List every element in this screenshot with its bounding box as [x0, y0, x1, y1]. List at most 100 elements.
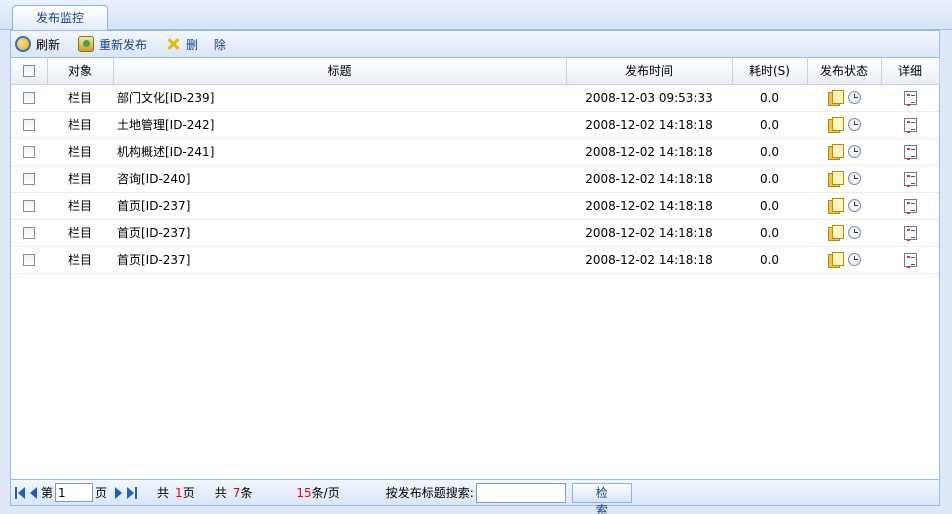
table-header: 对象 标题 发布时间 耗时(S) 发布状态 详细 — [11, 58, 940, 85]
header-duration[interactable]: 耗时(S) — [732, 58, 808, 85]
detail-list-icon[interactable] — [903, 90, 917, 106]
delete-icon — [165, 36, 181, 52]
republish-button[interactable]: 重新发布 — [78, 33, 153, 55]
search-label: 按发布标题搜索: — [385, 486, 474, 500]
published-doc-icon[interactable] — [827, 90, 844, 106]
row-title: 首页[ID-237] — [113, 219, 566, 247]
published-doc-icon[interactable] — [827, 225, 844, 241]
row-checkbox[interactable] — [23, 119, 35, 131]
total-items-prefix: 共 — [214, 486, 227, 500]
page-size-suffix: 条/页 — [311, 486, 340, 500]
table-row[interactable]: 栏目 部门文化[ID-239] 2008-12-03 09:53:33 0.0 — [11, 84, 939, 112]
row-time: 2008-12-02 14:18:18 — [566, 219, 732, 247]
row-object: 栏目 — [47, 84, 113, 112]
published-doc-icon[interactable] — [827, 171, 844, 187]
detail-list-icon[interactable] — [903, 117, 917, 133]
published-doc-icon[interactable] — [827, 252, 844, 268]
row-object: 栏目 — [47, 246, 113, 274]
detail-list-icon[interactable] — [903, 198, 917, 214]
row-time: 2008-12-02 14:18:18 — [566, 192, 732, 220]
table-row[interactable]: 栏目 咨询[ID-240] 2008-12-02 14:18:18 0.0 — [11, 165, 939, 193]
row-object: 栏目 — [47, 192, 113, 220]
select-all-cell — [11, 58, 48, 85]
clock-icon[interactable] — [847, 91, 861, 104]
clock-icon[interactable] — [847, 172, 861, 185]
published-doc-icon[interactable] — [827, 144, 844, 160]
row-object: 栏目 — [47, 138, 113, 166]
pager-bar: 第 页 共 1 页 共 7 条 15 条/页 按发布标题搜索: 检 索 — [11, 479, 939, 514]
total-items-value: 7 — [232, 485, 241, 500]
row-title: 机构概述[ID-241] — [113, 138, 566, 166]
select-all-checkbox[interactable] — [22, 65, 35, 78]
search-button[interactable]: 检 索 — [571, 482, 632, 514]
clock-icon[interactable] — [847, 226, 861, 239]
row-checkbox[interactable] — [23, 146, 35, 158]
republish-label: 重新发布 — [99, 37, 148, 52]
header-object[interactable]: 对象 — [47, 58, 114, 85]
row-time: 2008-12-02 14:18:18 — [566, 138, 732, 166]
page-number-input[interactable] — [55, 483, 94, 502]
row-title: 首页[ID-237] — [113, 192, 566, 220]
row-checkbox[interactable] — [23, 200, 35, 212]
row-checkbox[interactable] — [23, 173, 35, 185]
first-page-icon[interactable] — [15, 486, 25, 499]
row-object: 栏目 — [47, 165, 113, 193]
clock-icon[interactable] — [847, 118, 861, 131]
prev-page-icon[interactable] — [29, 486, 37, 499]
published-doc-icon[interactable] — [827, 117, 844, 133]
row-time: 2008-12-03 09:53:33 — [566, 84, 732, 112]
delete-button[interactable]: 删 除 — [165, 33, 238, 55]
row-object: 栏目 — [47, 219, 113, 247]
table-row[interactable]: 栏目 机构概述[ID-241] 2008-12-02 14:18:18 0.0 — [11, 138, 939, 166]
last-page-icon[interactable] — [127, 486, 138, 499]
republish-icon — [78, 36, 95, 52]
header-title[interactable]: 标题 — [113, 58, 567, 85]
row-duration: 0.0 — [732, 84, 807, 112]
row-title: 土地管理[ID-242] — [113, 111, 566, 139]
row-time: 2008-12-02 14:18:18 — [566, 111, 732, 139]
row-checkbox[interactable] — [23, 254, 35, 266]
detail-list-icon[interactable] — [903, 252, 917, 268]
detail-list-icon[interactable] — [903, 144, 917, 160]
detail-list-icon[interactable] — [903, 225, 917, 241]
row-duration: 0.0 — [732, 165, 807, 193]
refresh-button[interactable]: 刷新 — [15, 33, 66, 55]
toolbar: 刷新 重新发布 删 除 — [11, 31, 939, 58]
refresh-icon — [15, 36, 31, 52]
detail-list-icon[interactable] — [903, 171, 917, 187]
row-title: 咨询[ID-240] — [113, 165, 566, 193]
header-detail[interactable]: 详细 — [881, 58, 940, 85]
total-pages-prefix: 共 — [157, 486, 170, 500]
publish-grid: 对象 标题 发布时间 耗时(S) 发布状态 详细 栏目 部门文化[ID-239]… — [11, 58, 940, 274]
page-prefix: 第 — [41, 486, 54, 500]
row-duration: 0.0 — [732, 138, 807, 166]
next-page-icon[interactable] — [115, 486, 123, 499]
table-row[interactable]: 栏目 土地管理[ID-242] 2008-12-02 14:18:18 0.0 — [11, 111, 939, 139]
delete-label: 删 除 — [186, 37, 232, 52]
search-input[interactable] — [475, 482, 566, 503]
row-checkbox[interactable] — [23, 92, 35, 104]
row-time: 2008-12-02 14:18:18 — [566, 165, 732, 193]
table-row[interactable]: 栏目 首页[ID-237] 2008-12-02 14:18:18 0.0 — [11, 246, 939, 274]
row-title: 部门文化[ID-239] — [113, 84, 566, 112]
tab-publish-monitor[interactable]: 发布监控 — [12, 5, 108, 31]
row-duration: 0.0 — [732, 111, 807, 139]
total-pages-value: 1 — [175, 485, 183, 500]
clock-icon[interactable] — [847, 199, 861, 212]
refresh-label: 刷新 — [36, 37, 61, 52]
row-duration: 0.0 — [732, 192, 807, 220]
header-publish-time[interactable]: 发布时间 — [566, 58, 733, 85]
total-pages-suffix: 页 — [182, 486, 195, 500]
row-duration: 0.0 — [732, 246, 807, 274]
table-row[interactable]: 栏目 首页[ID-237] 2008-12-02 14:18:18 0.0 — [11, 192, 939, 220]
clock-icon[interactable] — [847, 253, 861, 266]
row-object: 栏目 — [47, 111, 113, 139]
header-status[interactable]: 发布状态 — [807, 58, 882, 85]
published-doc-icon[interactable] — [827, 198, 844, 214]
total-items-suffix: 条 — [240, 486, 253, 500]
clock-icon[interactable] — [847, 145, 861, 158]
row-checkbox[interactable] — [23, 227, 35, 239]
table-row[interactable]: 栏目 首页[ID-237] 2008-12-02 14:18:18 0.0 — [11, 219, 939, 247]
row-title: 首页[ID-237] — [113, 246, 566, 274]
tab-strip: 发布监控 — [0, 0, 952, 31]
